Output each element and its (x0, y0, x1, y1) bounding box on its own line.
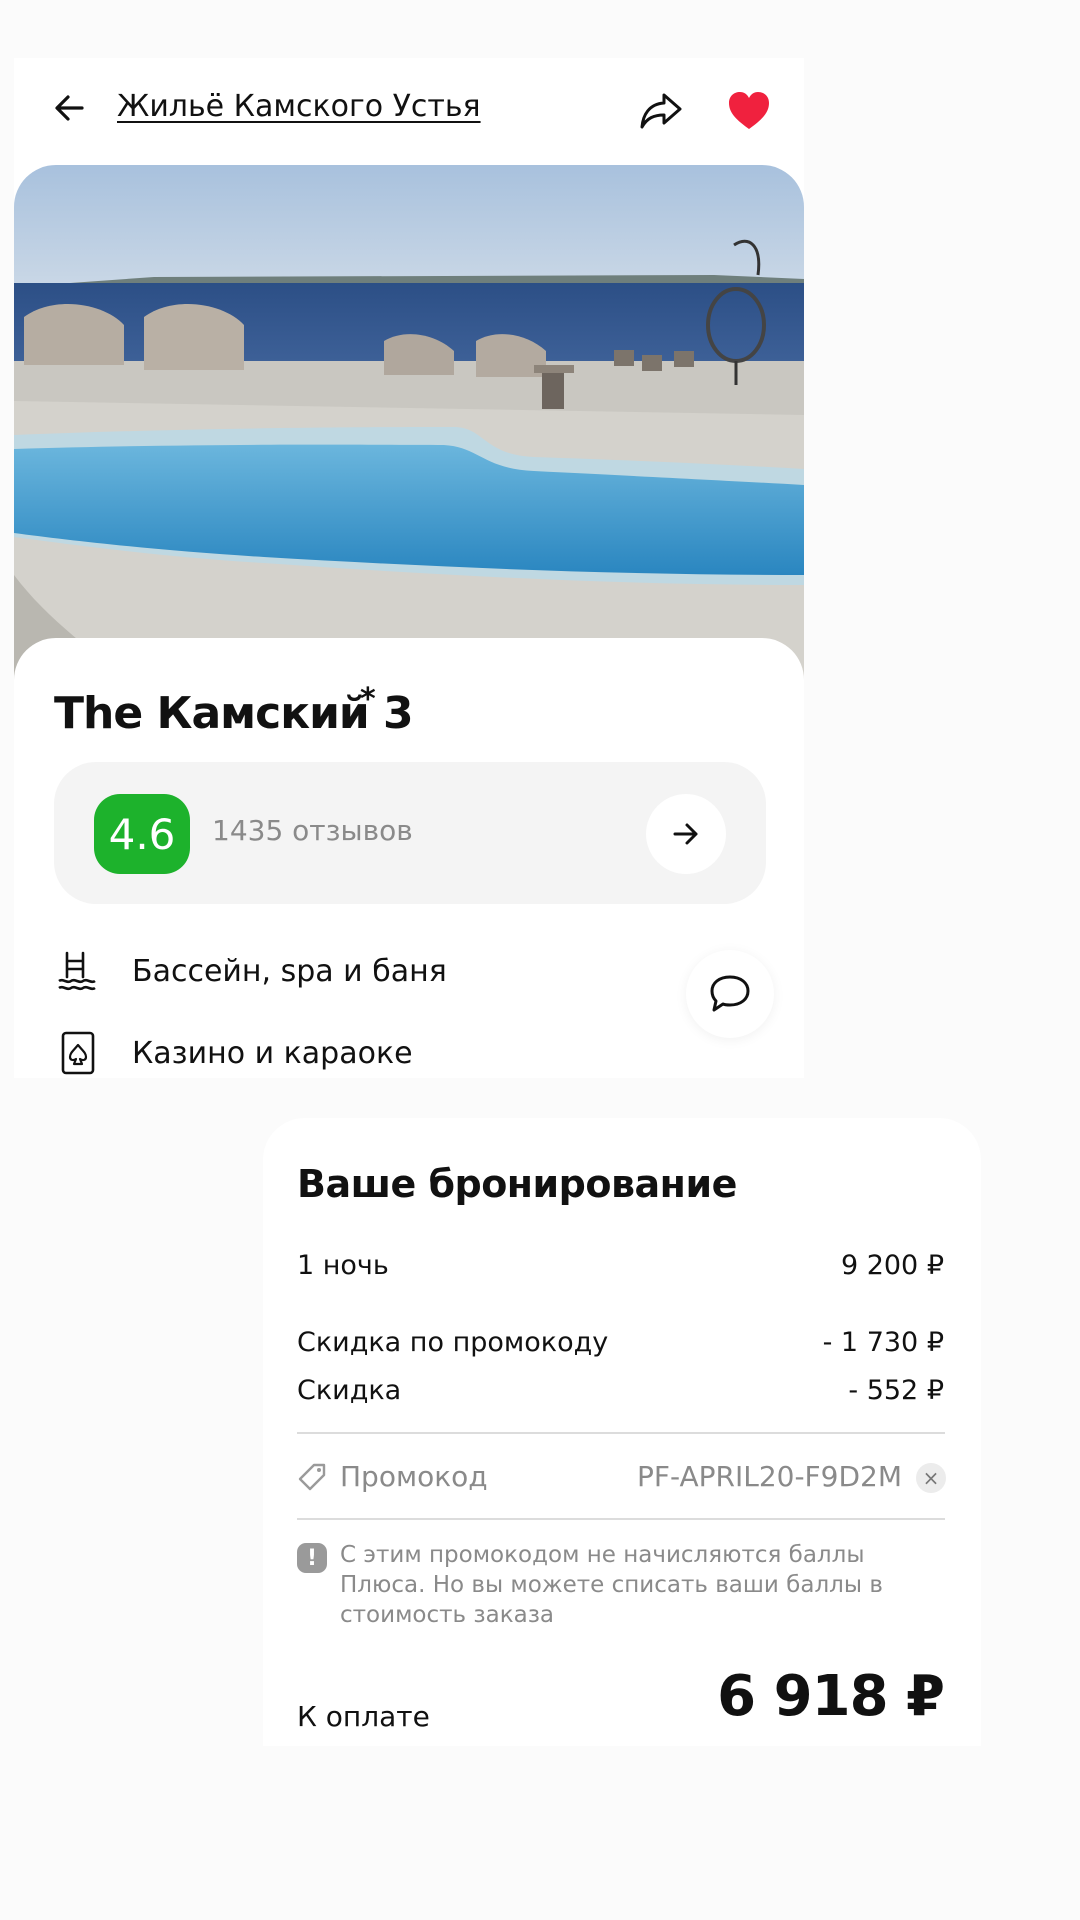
clear-promo-button[interactable]: × (916, 1463, 946, 1493)
arrow-left-icon (55, 95, 84, 121)
promo-code-value[interactable]: PF-APRIL20-F9D2M (637, 1460, 902, 1493)
divider (297, 1518, 945, 1520)
nights-label: 1 ночь (297, 1250, 389, 1281)
divider (297, 1432, 945, 1434)
tag-icon (298, 1463, 326, 1491)
reviews-arrow-button[interactable] (646, 794, 726, 874)
feature-label: Казино и караоке (132, 1035, 413, 1071)
discount-value: - 552 ₽ (848, 1375, 944, 1406)
feature-casino: Казино и караоке (54, 1030, 413, 1076)
promo-code-label[interactable]: Промокод (340, 1460, 488, 1493)
reviews-count: 1435 отзывов (212, 814, 413, 847)
chat-bubble-icon (710, 975, 750, 1012)
pool-photo-image (14, 165, 804, 685)
total-amount: 6 918 ₽ (717, 1664, 945, 1729)
rating-badge: 4.6 (94, 794, 190, 874)
back-button[interactable] (48, 86, 92, 130)
discount-label: Скидка (297, 1375, 402, 1406)
total-label: К оплате (297, 1700, 430, 1733)
warning-icon: ! (297, 1543, 327, 1573)
feature-pool: Бассейн, spa и баня (54, 948, 447, 994)
hotel-star-mark: * (360, 682, 376, 717)
chat-button[interactable] (686, 950, 774, 1038)
share-icon (640, 93, 682, 129)
arrow-right-icon (673, 823, 698, 845)
rating-reviews-button[interactable]: 4.6 1435 отзывов (54, 762, 766, 904)
pool-icon (54, 948, 100, 994)
promo-warning-text: С этим промокодом не начисляются баллы П… (340, 1542, 883, 1628)
hotel-photo[interactable] (14, 165, 804, 685)
nights-price: 9 200 ₽ (840, 1250, 944, 1281)
playing-card-icon (54, 1030, 100, 1076)
promo-discount-value: - 1 730 ₽ (822, 1327, 944, 1358)
heart-icon (729, 92, 769, 129)
hotel-name: The Камский 3 (54, 688, 414, 739)
promo-discount-label: Скидка по промокоду (297, 1327, 609, 1358)
favorite-button[interactable] (724, 86, 774, 136)
feature-label: Бассейн, spa и баня (132, 953, 447, 989)
header-title-link[interactable]: Жильё Камского Устья (117, 89, 481, 124)
share-button[interactable] (636, 86, 686, 136)
booking-title: Ваше бронирование (297, 1162, 737, 1206)
